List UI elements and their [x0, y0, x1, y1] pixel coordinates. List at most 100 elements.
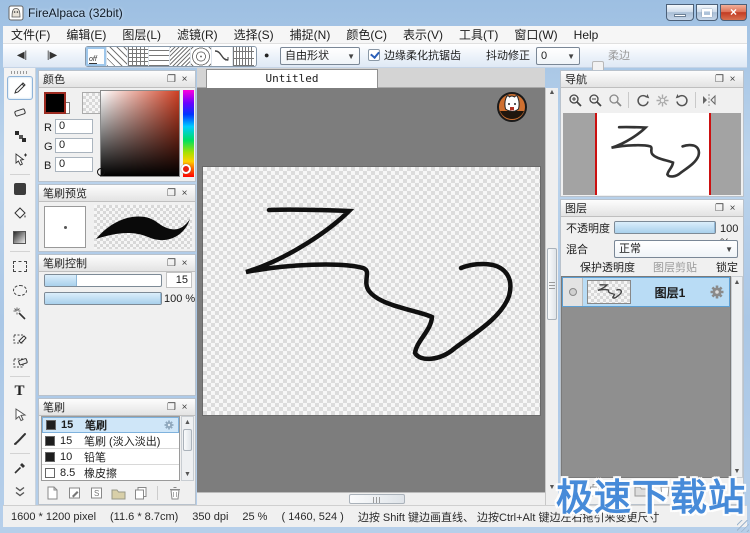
vscrollbar-thumb[interactable]	[547, 248, 557, 320]
text-tool-button[interactable]: T	[7, 379, 33, 403]
float-panel-icon[interactable]: ❐	[713, 201, 726, 216]
eraser-tool-button[interactable]	[7, 100, 33, 124]
reset-rotation-button[interactable]	[652, 90, 672, 110]
pattern-off-button[interactable]: off	[86, 47, 107, 66]
brush-list-item[interactable]: 15 笔刷	[42, 417, 179, 433]
brush-list-item[interactable]: 15 笔刷 (淡入淡出)	[42, 433, 179, 449]
pattern-grid-button[interactable]	[128, 47, 149, 66]
gear-icon[interactable]	[163, 419, 175, 431]
menu-tools[interactable]: 工具(T)	[451, 26, 506, 43]
float-panel-icon[interactable]: ❐	[713, 72, 726, 87]
shape-select[interactable]: ▼ 自由形状	[280, 47, 360, 65]
layer-list-scrollbar[interactable]: ▲ ▼	[731, 276, 743, 478]
rotate-ccw-button[interactable]	[632, 90, 652, 110]
new-brush-button[interactable]	[44, 485, 61, 501]
layer-item[interactable]: 图层1	[562, 277, 730, 307]
drag-handle-icon[interactable]	[11, 71, 29, 74]
scroll-down-icon[interactable]: ▼	[182, 469, 193, 480]
canvas[interactable]	[203, 167, 540, 415]
duplicate-brush-button[interactable]	[132, 485, 149, 501]
bucket-tool-button[interactable]	[7, 201, 33, 225]
prev-panel-button[interactable]: ◀|	[10, 48, 34, 64]
close-panel-icon[interactable]: ×	[178, 186, 191, 201]
sv-picker-handle[interactable]	[97, 168, 105, 176]
fill-tool-button[interactable]	[7, 177, 33, 201]
more-tools-button[interactable]	[7, 480, 33, 504]
select-rect-tool-button[interactable]	[7, 254, 33, 278]
lasso-tool-button[interactable]	[7, 278, 33, 302]
resize-grip[interactable]	[737, 520, 749, 532]
zoom-reset-button[interactable]	[605, 90, 625, 110]
brush-list-item[interactable]: 10 铅笔	[42, 449, 179, 465]
brush-size-slider[interactable]	[44, 274, 162, 287]
menu-select[interactable]: 选择(S)	[226, 26, 282, 43]
move-tool-button[interactable]	[7, 148, 33, 172]
hue-slider-handle[interactable]	[181, 164, 191, 174]
maximize-button[interactable]	[696, 4, 718, 21]
close-panel-icon[interactable]: ×	[726, 72, 739, 87]
antialias-checkbox[interactable]	[368, 49, 380, 61]
alpaca-mascot-icon[interactable]	[497, 92, 527, 122]
gradient-tool-button[interactable]	[7, 225, 33, 249]
scroll-up-icon[interactable]: ▲	[182, 417, 193, 428]
scroll-up-icon[interactable]: ▲	[546, 89, 558, 96]
menu-window[interactable]: 窗口(W)	[506, 26, 565, 43]
b-input[interactable]: 0	[55, 157, 93, 172]
operation-tool-button[interactable]	[7, 403, 33, 427]
brush-list-item[interactable]: 8.5 橡皮擦	[42, 465, 179, 481]
menu-view[interactable]: 表示(V)	[395, 26, 451, 43]
rotate-cw-button[interactable]	[672, 90, 692, 110]
script-brush-button[interactable]: S	[88, 485, 105, 501]
brush-list-scrollbar[interactable]: ▲ ▼	[181, 416, 194, 481]
canvas-hscrollbar[interactable]	[197, 492, 545, 505]
hscrollbar-thumb[interactable]	[349, 494, 405, 504]
foreground-color-swatch[interactable]	[44, 92, 66, 114]
eyedropper-tool-button[interactable]	[7, 456, 33, 480]
delete-brush-button[interactable]	[166, 485, 183, 501]
curve-tool-button[interactable]	[7, 427, 33, 451]
pattern-fence-button[interactable]	[233, 47, 254, 66]
jitter-select[interactable]: ▼ 0	[536, 47, 580, 65]
r-input[interactable]: 0	[55, 119, 93, 134]
brush-folder-button[interactable]	[110, 485, 127, 501]
menu-layer[interactable]: 图层(L)	[114, 26, 169, 43]
close-panel-icon[interactable]: ×	[178, 72, 191, 87]
gear-icon[interactable]	[709, 284, 725, 300]
pattern-lines-button[interactable]	[149, 47, 170, 66]
menu-edit[interactable]: 编辑(E)	[58, 26, 114, 43]
pattern-curve-button[interactable]	[212, 47, 233, 66]
titlebar[interactable]: FireAlpaca (32bit) ×	[0, 0, 750, 26]
select-eraser-tool-button[interactable]	[7, 350, 33, 374]
pen-tool-button[interactable]	[7, 76, 33, 100]
menu-filter[interactable]: 滤镜(R)	[169, 26, 226, 43]
layer-opacity-slider[interactable]	[614, 221, 716, 234]
navigator-thumbnail[interactable]	[563, 113, 741, 195]
canvas-tab[interactable]: Untitled	[206, 69, 378, 88]
zoom-in-button[interactable]	[565, 90, 585, 110]
brush-opacity-slider[interactable]	[44, 292, 162, 305]
menu-color[interactable]: 颜色(C)	[338, 26, 395, 43]
float-panel-icon[interactable]: ❐	[165, 186, 178, 201]
layer-visibility-cell[interactable]	[563, 278, 583, 306]
saturation-value-picker[interactable]	[100, 90, 180, 177]
edit-brush-button[interactable]	[66, 485, 83, 501]
close-panel-icon[interactable]: ×	[178, 400, 191, 415]
pattern-circles-button[interactable]	[191, 47, 212, 66]
select-pen-tool-button[interactable]	[7, 326, 33, 350]
scrollbar-thumb[interactable]	[183, 429, 192, 451]
g-input[interactable]: 0	[55, 138, 93, 153]
brush-dot-button[interactable]: ●	[264, 50, 269, 60]
scroll-up-icon[interactable]: ▲	[732, 277, 742, 288]
close-panel-icon[interactable]: ×	[726, 201, 739, 216]
pattern-hatch-button[interactable]	[107, 47, 128, 66]
float-panel-icon[interactable]: ❐	[165, 72, 178, 87]
close-button[interactable]: ×	[720, 4, 747, 21]
canvas-vscrollbar[interactable]: ▲ ▼	[545, 88, 558, 505]
float-panel-icon[interactable]: ❐	[165, 400, 178, 415]
float-panel-icon[interactable]: ❐	[165, 256, 178, 271]
flip-view-button[interactable]	[699, 90, 719, 110]
magic-wand-tool-button[interactable]	[7, 302, 33, 326]
next-panel-button[interactable]: |▶	[40, 48, 64, 64]
menu-help[interactable]: Help	[566, 26, 607, 43]
close-panel-icon[interactable]: ×	[178, 256, 191, 271]
